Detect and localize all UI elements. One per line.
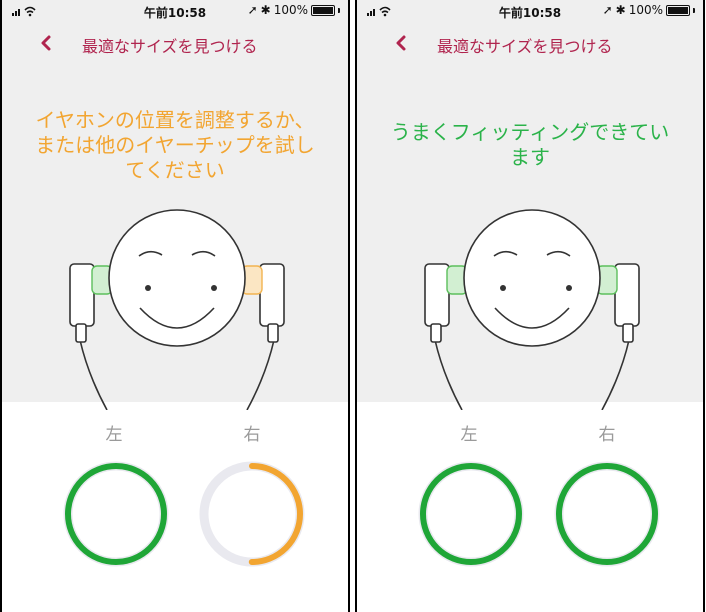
phone-screen-good-fit: 午前10:58 ➚ ✱ 100% 最適なサイズを見つける うまくフィッティングで… [355,0,705,612]
nav-bar: 最適なサイズを見つける [357,30,703,60]
back-chevron-icon[interactable] [38,32,54,54]
phone-screen-adjust: 午前10:58 ➚ ✱ 100% 最適なサイズを見つける イヤホンの位置を調整す… [0,0,350,612]
bluetooth-icon: ✱ [260,3,271,17]
face-earphones-illustration [424,209,640,410]
battery-percent: 100% [628,3,663,17]
left-ear-label: 左 [460,425,478,445]
status-bar: 午前10:58 ➚ ✱ 100% [2,0,348,22]
fit-message: イヤホンの位置を調整するか、 または他のイヤーチップを試し てください [35,108,315,182]
bluetooth-icon: ✱ [615,3,626,17]
status-indicators: ➚ ✱ 100% [248,3,340,17]
battery-icon [311,4,335,16]
left-ear-label: 左 [105,425,123,445]
face-earphones-illustration [69,209,285,410]
page-title: 最適なサイズを見つける [82,37,258,56]
nav-bar: 最適なサイズを見つける [2,30,348,60]
back-chevron-icon[interactable] [393,32,409,54]
left-fit-ring [418,461,524,567]
location-icon: ➚ [247,3,258,17]
left-fit-ring [63,461,169,567]
right-fit-ring [554,461,660,567]
battery-icon [666,4,690,16]
status-bar: 午前10:58 ➚ ✱ 100% [357,0,703,22]
right-fit-ring [199,461,305,567]
right-ear-label: 右 [243,425,261,445]
right-ear-label: 右 [598,425,616,445]
battery-percent: 100% [273,3,308,17]
fit-message: うまくフィッティングできてい ます [390,120,670,169]
page-title: 最適なサイズを見つける [437,37,613,56]
location-icon: ➚ [602,3,613,17]
status-indicators: ➚ ✱ 100% [603,3,695,17]
